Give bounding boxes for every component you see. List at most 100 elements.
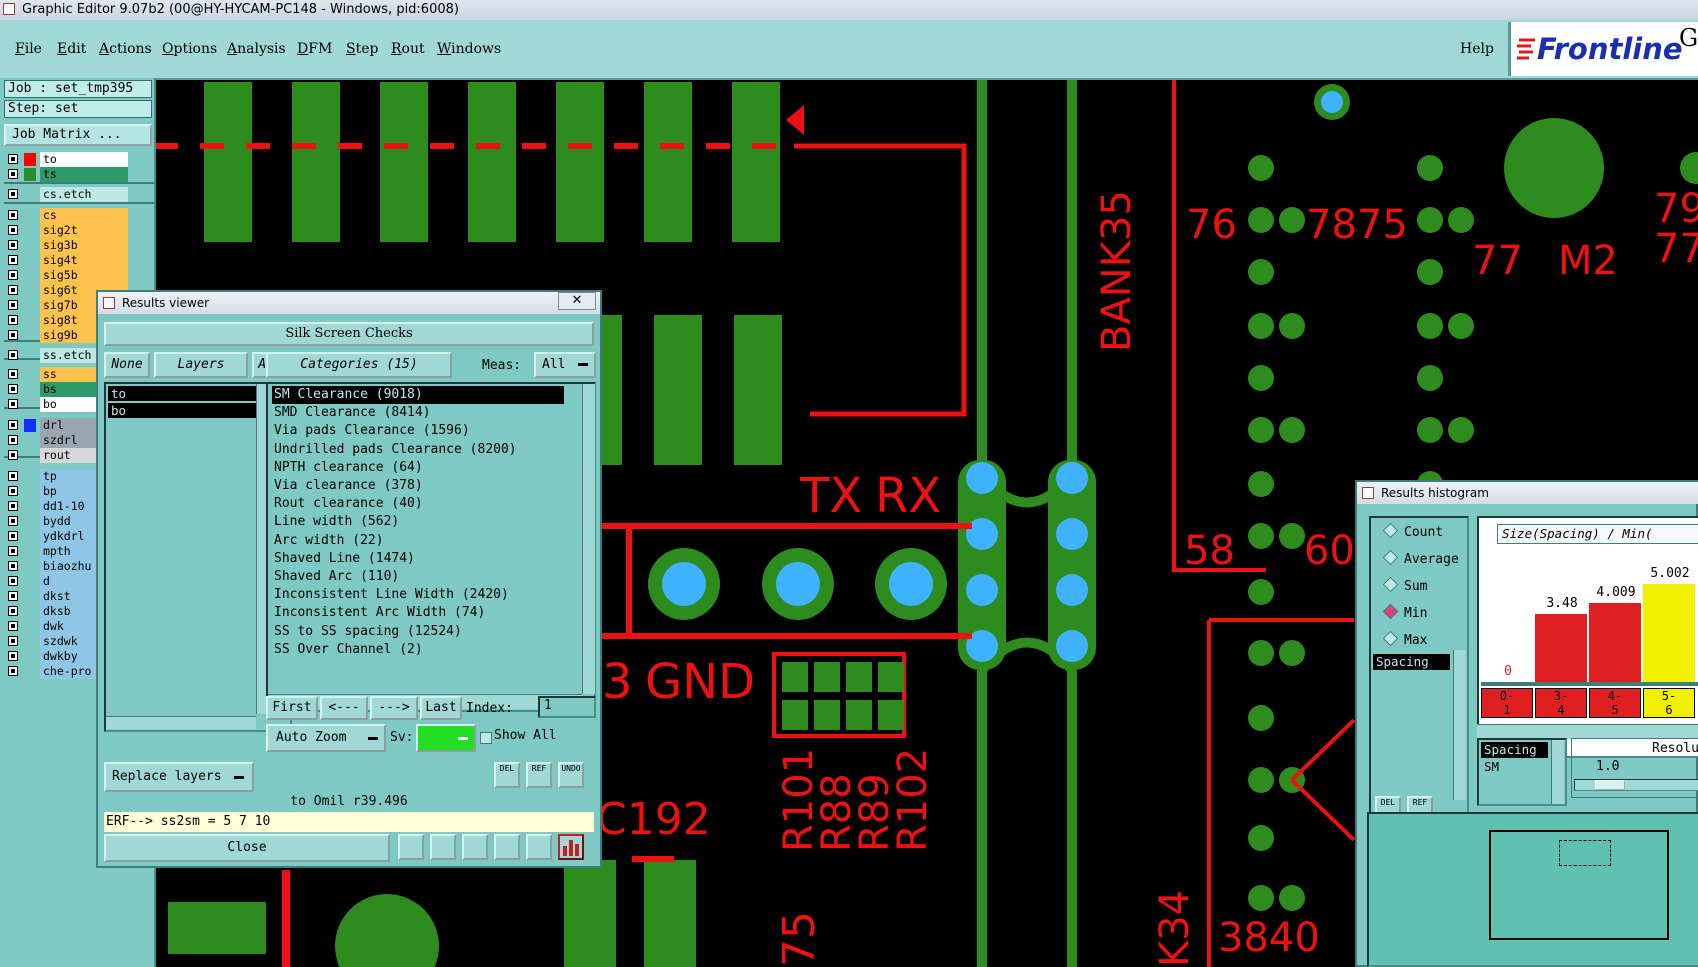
none-layers-button[interactable]: None: [104, 352, 150, 378]
layer-checkbox[interactable]: [8, 636, 18, 646]
category-item[interactable]: SMD Clearance (8414): [272, 404, 431, 422]
sv-color-select[interactable]: [416, 724, 476, 752]
category-item[interactable]: Via pads Clearance (1596): [272, 422, 470, 440]
notes-tool-icon[interactable]: [526, 834, 552, 860]
category-item[interactable]: NPTH clearance (64): [272, 459, 423, 477]
category-item[interactable]: Inconsistent Line Width (2420): [272, 586, 509, 604]
report-tool-icon[interactable]: [494, 834, 520, 860]
layer-name[interactable]: sig5b: [40, 268, 128, 283]
layer-checkbox[interactable]: [8, 300, 18, 310]
layer-checkbox[interactable]: [8, 169, 18, 179]
category-item[interactable]: SM Clearance (9018): [272, 386, 564, 404]
layer-checkbox[interactable]: [8, 255, 18, 265]
layer-checkbox[interactable]: [8, 399, 18, 409]
job-matrix-button[interactable]: Job Matrix ...: [4, 124, 152, 146]
layer-checkbox[interactable]: [8, 450, 18, 460]
menu-options[interactable]: Options: [162, 41, 217, 57]
categories-button[interactable]: Categories (15): [266, 352, 452, 378]
layer-checkbox[interactable]: [8, 435, 18, 445]
auto-zoom-select[interactable]: Auto Zoom: [266, 724, 386, 752]
layer-row-to[interactable]: to: [6, 152, 128, 167]
menu-file[interactable]: File: [15, 41, 42, 57]
histogram-lower-list[interactable]: Spacing SM: [1477, 738, 1567, 806]
layer-checkbox[interactable]: [8, 666, 18, 676]
preview-viewport[interactable]: [1559, 840, 1611, 866]
menu-dfm[interactable]: DFM: [297, 41, 332, 57]
layer-checkbox[interactable]: [8, 210, 18, 220]
mode-radio-min[interactable]: Min: [1382, 603, 1427, 625]
meas-select[interactable]: All: [534, 352, 596, 378]
layer-checkbox[interactable]: [8, 606, 18, 616]
layer-row-ts[interactable]: ts: [6, 167, 128, 182]
histogram-list-scrollbar[interactable]: [1453, 650, 1466, 800]
list-item[interactable]: SM: [1481, 759, 1548, 775]
layers-button[interactable]: Layers: [154, 352, 248, 378]
next-button[interactable]: --->: [370, 696, 418, 720]
category-item[interactable]: Rout clearance (40): [272, 495, 423, 513]
menu-help[interactable]: Help: [1460, 41, 1494, 57]
histogram-hscrollbar[interactable]: [1477, 724, 1698, 739]
layer-checkbox[interactable]: [8, 350, 18, 360]
undo-tool-button[interactable]: UNDO: [558, 762, 584, 788]
menu-edit[interactable]: Edit: [57, 41, 86, 57]
menu-windows[interactable]: Windows: [437, 41, 501, 57]
layer-checkbox[interactable]: [8, 315, 18, 325]
layer-checkbox[interactable]: [8, 330, 18, 340]
layer-name[interactable]: to: [40, 152, 128, 167]
layer-checkbox[interactable]: [8, 501, 18, 511]
layer-name[interactable]: sig4t: [40, 253, 128, 268]
layer-row-sig2t[interactable]: sig2t: [6, 223, 128, 238]
layer-row-cs[interactable]: cs: [6, 208, 128, 223]
list-item[interactable]: bo: [108, 403, 257, 418]
layer-name[interactable]: ts: [40, 167, 128, 182]
mode-radio-count[interactable]: Count: [1382, 522, 1443, 544]
layer-checkbox[interactable]: [8, 621, 18, 631]
layer-name[interactable]: sig2t: [40, 223, 128, 238]
layer-name[interactable]: cs: [40, 208, 128, 223]
layer-checkbox[interactable]: [8, 384, 18, 394]
mode-radio-max[interactable]: Max: [1382, 630, 1427, 652]
layer-checkbox[interactable]: [8, 420, 18, 430]
layer-checkbox[interactable]: [8, 576, 18, 586]
list-item[interactable]: to: [108, 386, 257, 401]
layer-row-sig5b[interactable]: sig5b: [6, 268, 128, 283]
close-button[interactable]: Close: [104, 834, 390, 862]
layer-name[interactable]: cs.etch: [40, 187, 128, 202]
category-item[interactable]: SS Over Channel (2): [272, 641, 423, 659]
layer-checkbox[interactable]: [8, 546, 18, 556]
highlight-tool-icon[interactable]: [430, 834, 456, 860]
histogram-bar[interactable]: [1535, 614, 1587, 682]
layer-checkbox[interactable]: [8, 240, 18, 250]
exclude-tool-icon[interactable]: [462, 834, 488, 860]
show-all-checkbox[interactable]: [480, 732, 492, 744]
layer-checkbox[interactable]: [8, 531, 18, 541]
category-item[interactable]: Undrilled pads Clearance (8200): [272, 441, 517, 459]
close-icon[interactable]: ✕: [558, 292, 596, 310]
prev-button[interactable]: <---: [320, 696, 368, 720]
menu-analysis[interactable]: Analysis: [227, 41, 286, 57]
histogram-tool-icon[interactable]: [558, 834, 584, 860]
layer-checkbox[interactable]: [8, 270, 18, 280]
category-item[interactable]: Shaved Arc (110): [272, 568, 399, 586]
ref-tool-button[interactable]: REF: [526, 762, 552, 788]
category-list[interactable]: SM Clearance (9018) SMD Clearance (8414) V…: [266, 382, 596, 712]
layer-checkbox[interactable]: [8, 471, 18, 481]
del-tool-button[interactable]: DEL: [494, 762, 520, 788]
lower-list-scrollbar[interactable]: [1551, 740, 1564, 804]
category-item[interactable]: Shaved Line (1474): [272, 550, 415, 568]
layer-row-sig4t[interactable]: sig4t: [6, 253, 128, 268]
list-item[interactable]: Spacing: [1481, 742, 1548, 758]
mode-radio-average[interactable]: Average: [1382, 549, 1459, 571]
layer-row-sig3b[interactable]: sig3b: [6, 238, 128, 253]
layer-checkbox[interactable]: [8, 591, 18, 601]
measure-tool-icon[interactable]: [398, 834, 424, 860]
layer-checkbox[interactable]: [8, 651, 18, 661]
menu-rout[interactable]: Rout: [391, 41, 425, 57]
histogram-bar[interactable]: [1643, 584, 1695, 682]
layer-checkbox[interactable]: [8, 189, 18, 199]
category-item[interactable]: Via clearance (378): [272, 477, 423, 495]
layer-result-list[interactable]: to bo: [104, 382, 292, 732]
menu-actions[interactable]: Actions: [99, 41, 152, 57]
list-item[interactable]: Spacing: [1373, 654, 1450, 670]
index-input[interactable]: 1: [538, 696, 596, 718]
